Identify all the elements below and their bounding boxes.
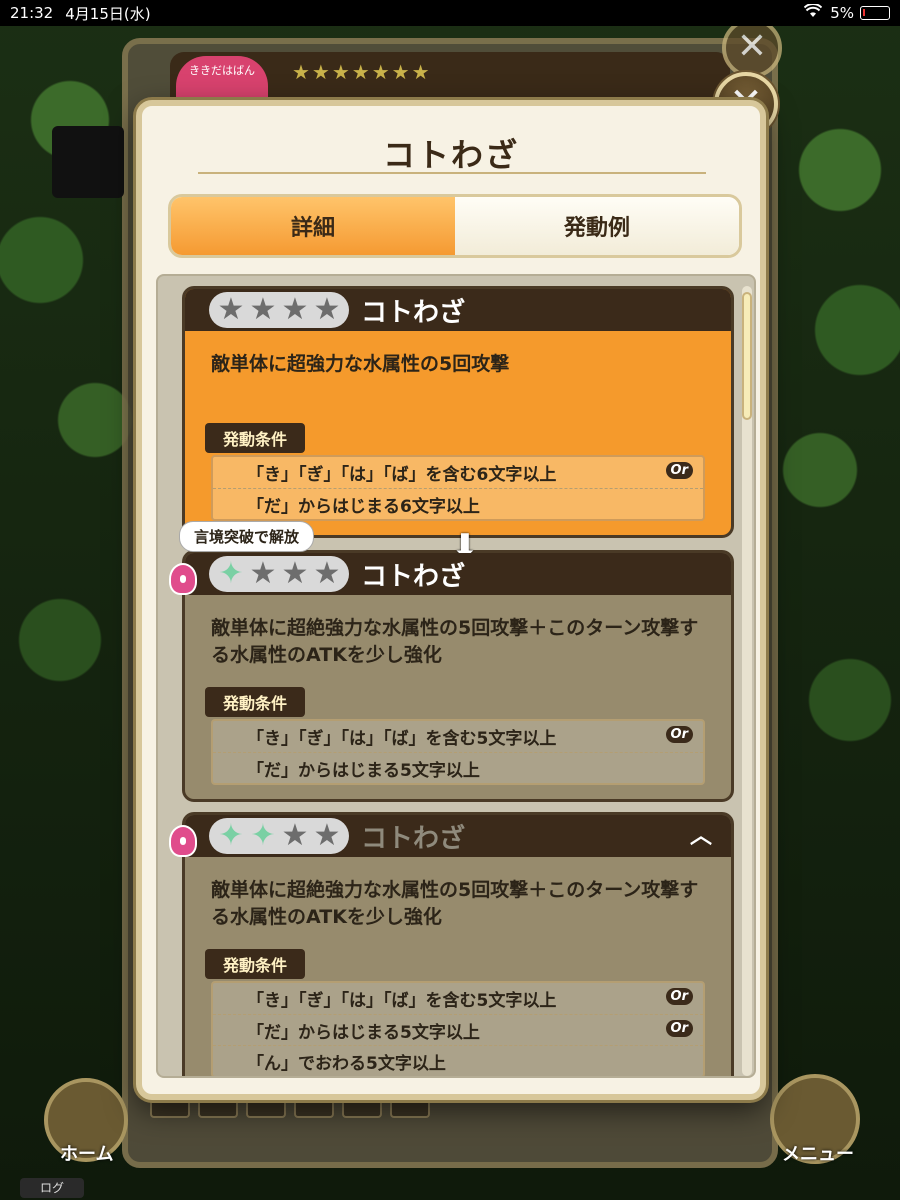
battery-icon xyxy=(860,6,890,20)
background-side-block xyxy=(52,126,124,198)
tab-examples[interactable]: 発動例 xyxy=(455,197,739,255)
scrollbar[interactable] xyxy=(742,286,752,1076)
condition-text: 「き」「ぎ」「は」「ば」を含む5文字以上 xyxy=(247,991,557,1011)
unlock-tag: 言境突破で解放 xyxy=(179,521,315,552)
condition-list: 「き」「ぎ」「は」「ば」を含む5文字以上 Or 「だ」からはじまる5文字以上 O… xyxy=(211,981,705,1076)
chevron-up-icon[interactable]: ︿ xyxy=(687,823,715,851)
dialog-title: コトわざ xyxy=(382,136,519,174)
rainbow-star-icon: ✦ xyxy=(218,556,244,591)
star-icon: ★ xyxy=(281,292,309,327)
skill-card: ✦ ✦ ★ ★ コトわざ ︿ 敵単体に超絶強力な水属性の5回攻撃＋このターン攻撃… xyxy=(169,812,734,1076)
status-bar: 21:32 4月15日(水) 5% xyxy=(0,0,900,26)
rank-stars: ★ ★ ★ ★ xyxy=(209,292,349,328)
star-icon: ★ xyxy=(313,818,341,853)
condition-list: 「き」「ぎ」「は」「ば」を含む5文字以上 Or 「だ」からはじまる5文字以上 xyxy=(211,719,705,785)
skill-name: コトわざ xyxy=(361,823,466,854)
rainbow-star-icon: ✦ xyxy=(218,818,244,853)
condition-label: 発動条件 xyxy=(205,687,306,717)
skill-description: 敵単体に超強力な水属性の5回攻撃 xyxy=(211,353,510,375)
skill-card-body: 敵単体に超絶強力な水属性の5回攻撃＋このターン攻撃する水属性のATKを少し強化 … xyxy=(185,595,731,799)
condition-text: 「き」「ぎ」「は」「ば」を含む5文字以上 xyxy=(247,729,557,749)
skill-list[interactable]: ★ ★ ★ ★ コトわざ 敵単体に超強力な水属性の5回攻撃 発動条件 「き」「ぎ… xyxy=(156,274,756,1078)
scrollbar-thumb[interactable] xyxy=(742,292,752,420)
condition-list: 「き」「ぎ」「は」「ば」を含む6文字以上 Or 「だ」からはじまる6文字以上 xyxy=(211,455,705,521)
condition-text: 「だ」からはじまる6文字以上 xyxy=(247,496,480,517)
rainbow-star-icon: ✦ xyxy=(250,818,276,853)
rank-stars: ✦ ★ ★ ★ xyxy=(209,556,349,592)
or-badge: Or xyxy=(665,1020,693,1037)
condition-label: 発動条件 xyxy=(205,949,306,979)
skill-card-body: 敵単体に超強力な水属性の5回攻撃 発動条件 「き」「ぎ」「は」「ば」を含む6文字… xyxy=(185,331,731,535)
skill-card-body: 敵単体に超絶強力な水属性の5回攻撃＋このターン攻撃する水属性のATKを少し強化 … xyxy=(185,857,731,1076)
lock-icon xyxy=(169,825,197,857)
title-divider xyxy=(198,172,706,174)
or-badge: Or xyxy=(665,462,693,479)
rank-stars: ✦ ✦ ★ ★ xyxy=(209,818,349,854)
status-date: 4月15日(水) xyxy=(65,4,151,23)
star-icon: ★ xyxy=(313,292,341,327)
condition-text: 「だ」からはじまる5文字以上 xyxy=(247,760,480,781)
or-badge: Or xyxy=(665,726,693,743)
skill-description: 敵単体に超絶強力な水属性の5回攻撃＋このターン攻撃する水属性のATKを少し強化 xyxy=(211,617,699,666)
skill-card: 言境突破で解放 ⬇ ✦ ★ ★ ★ コトわざ 敵単体に超絶強力な水属性の5回攻撃… xyxy=(169,521,734,802)
skill-description: 敵単体に超絶強力な水属性の5回攻撃＋このターン攻撃する水属性のATKを少し強化 xyxy=(211,879,699,928)
home-label: ホーム xyxy=(60,1144,114,1165)
or-badge: Or xyxy=(665,988,693,1005)
log-button: ログ xyxy=(20,1178,84,1198)
star-icon: ★ xyxy=(217,292,245,327)
condition-text: 「だ」からはじまる5文字以上 xyxy=(247,1022,480,1043)
menu-label: メニュー xyxy=(782,1144,854,1165)
background-rarity-stars: ★★★★★★★ xyxy=(292,60,432,84)
condition-text: 「ん」でおわる5文字以上 xyxy=(247,1053,446,1074)
skill-card-header: ✦ ★ ★ ★ コトわざ xyxy=(169,553,731,595)
star-icon: ★ xyxy=(281,556,309,591)
wifi-icon xyxy=(803,3,823,22)
star-icon: ★ xyxy=(249,556,277,591)
status-time: 21:32 xyxy=(10,4,54,22)
star-icon: ★ xyxy=(281,818,309,853)
skill-name: コトわざ xyxy=(361,561,466,592)
condition-row: 「だ」からはじまる5文字以上 xyxy=(213,752,703,783)
lock-icon xyxy=(169,563,197,595)
condition-row: 「き」「ぎ」「は」「ば」を含む6文字以上 Or xyxy=(213,457,703,488)
condition-text: 「き」「ぎ」「は」「ば」を含む6文字以上 xyxy=(247,465,557,485)
skill-name: コトわざ xyxy=(361,297,466,328)
skill-card-header: ★ ★ ★ ★ コトわざ xyxy=(185,289,731,331)
condition-row: 「き」「ぎ」「は」「ば」を含む5文字以上 Or xyxy=(213,983,703,1014)
star-icon: ★ xyxy=(249,292,277,327)
condition-row: 「だ」からはじまる6文字以上 xyxy=(213,488,703,519)
skill-dialog: コトわざ 詳細 発動例 ★ ★ ★ ★ コトわざ 敵単体に超強力な水属性の5回攻… xyxy=(136,100,766,1100)
tab-details[interactable]: 詳細 xyxy=(171,197,455,255)
tab-bar: 詳細 発動例 xyxy=(168,194,742,258)
background-close-icon: ✕ xyxy=(722,18,782,78)
battery-percent: 5% xyxy=(830,4,854,22)
skill-card: ★ ★ ★ ★ コトわざ 敵単体に超強力な水属性の5回攻撃 発動条件 「き」「ぎ… xyxy=(182,286,734,538)
condition-label: 発動条件 xyxy=(205,423,306,453)
skill-card-header: ✦ ✦ ★ ★ コトわざ ︿ xyxy=(169,815,731,857)
condition-row: 「ん」でおわる5文字以上 xyxy=(213,1045,703,1076)
star-icon: ★ xyxy=(313,556,341,591)
condition-row: 「だ」からはじまる5文字以上 Or xyxy=(213,1014,703,1045)
condition-row: 「き」「ぎ」「は」「ば」を含む5文字以上 Or xyxy=(213,721,703,752)
